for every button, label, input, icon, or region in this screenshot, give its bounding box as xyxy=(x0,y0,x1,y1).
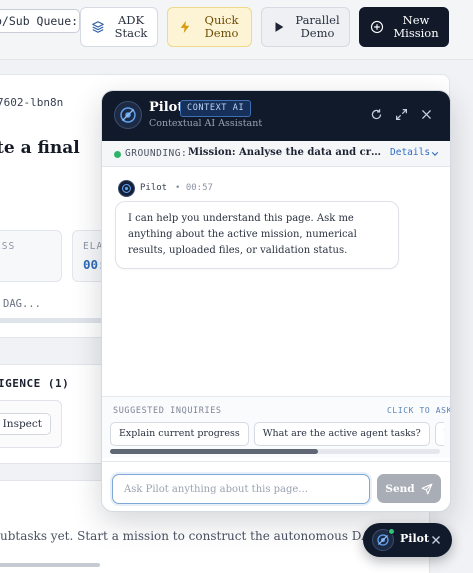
suggestion-chip[interactable]: What are the active agent tasks? xyxy=(253,422,430,446)
mission-id: 7602-lbn8n xyxy=(0,96,64,109)
subtasks-empty-message: ubtasks yet. Start a mission to construc… xyxy=(0,529,384,543)
adk-stack-label: ADK Stack xyxy=(114,13,148,40)
plus-circle-icon xyxy=(370,20,384,34)
inspect-label: Inspect xyxy=(2,418,42,430)
quick-demo-label: Quick Demo xyxy=(204,13,239,40)
lightning-icon xyxy=(180,20,190,34)
online-status-dot xyxy=(388,528,395,535)
play-icon xyxy=(275,22,284,32)
pilot-subtitle: Contextual AI Assistant xyxy=(149,118,263,129)
inspect-button[interactable]: Inspect xyxy=(0,413,51,435)
parallel-demo-button[interactable]: Parallel Demo xyxy=(261,7,350,47)
suggestions-scrollbar[interactable] xyxy=(110,449,440,454)
layers-icon xyxy=(92,21,104,33)
queue-selector-input[interactable]: b/Sub Queue: xyxy=(0,9,80,33)
horizontal-scrollbar[interactable] xyxy=(0,563,100,567)
pilot-logo-icon xyxy=(114,101,142,129)
message-timestamp: • 00:57 xyxy=(175,183,213,193)
suggested-inquiries-label: SUGGESTED INQUIRIES xyxy=(113,406,222,416)
pilot-assistant-panel: Pilot CONTEXT AI Contextual AI Assistant… xyxy=(101,90,451,512)
send-label: Send xyxy=(385,482,415,495)
assistant-message-bubble: I can help you understand this page. Ask… xyxy=(115,201,399,269)
pilot-header: Pilot CONTEXT AI Contextual AI Assistant xyxy=(102,91,450,141)
mission-progress-bar xyxy=(0,318,112,323)
pilot-launcher-pill[interactable]: Pilot xyxy=(363,523,452,557)
pilot-title: Pilot xyxy=(149,100,184,115)
top-toolbar: b/Sub Queue: ADK Stack Quick Demo Parall… xyxy=(0,0,473,60)
grounding-bar: GROUNDING: Mission: Analyse the data and… xyxy=(102,141,450,167)
send-button[interactable]: Send xyxy=(377,474,441,503)
composer: Send xyxy=(102,461,450,511)
grounding-label: GROUNDING: xyxy=(125,148,188,159)
suggestion-chip[interactable]: Explain current progress xyxy=(110,422,249,446)
ask-pilot-input[interactable] xyxy=(112,474,370,504)
new-mission-button[interactable]: New Mission xyxy=(359,7,449,47)
progress-stat-label: ESS xyxy=(0,241,16,252)
online-status-dot xyxy=(114,151,121,158)
message-sender: Pilot xyxy=(140,183,168,193)
new-mission-label: New Mission xyxy=(393,13,439,40)
click-to-ask-hint: CLICK TO ASK xyxy=(387,406,451,415)
context-ai-badge: CONTEXT AI xyxy=(180,100,252,117)
dag-status-text: DAG... xyxy=(3,298,41,310)
suggestion-chip[interactable]: Were any anom xyxy=(434,422,444,446)
close-icon[interactable] xyxy=(420,108,433,121)
mission-title: te a final xyxy=(0,138,80,158)
suggestions-scrollbar-thumb[interactable] xyxy=(110,449,318,454)
progress-stat-card: ESS xyxy=(0,230,62,282)
suggestion-chip-row: Explain current progress What are the act… xyxy=(110,422,444,450)
pilot-pill-label: Pilot xyxy=(400,532,430,545)
chevron-down-icon[interactable] xyxy=(431,150,439,158)
details-toggle[interactable]: Details xyxy=(390,147,430,158)
adk-stack-button[interactable]: ADK Stack xyxy=(80,7,158,47)
close-icon[interactable] xyxy=(431,535,441,545)
refresh-icon[interactable] xyxy=(370,108,383,121)
parallel-demo-label: Parallel Demo xyxy=(295,13,340,40)
quick-demo-button[interactable]: Quick Demo xyxy=(167,7,252,47)
grounding-text: Mission: Analyse the data and create a f… xyxy=(188,147,384,158)
intelligence-title: IGENCE (1) xyxy=(0,377,70,390)
pilot-avatar-icon xyxy=(118,180,135,197)
expand-icon[interactable] xyxy=(395,108,408,121)
send-icon xyxy=(421,483,433,494)
